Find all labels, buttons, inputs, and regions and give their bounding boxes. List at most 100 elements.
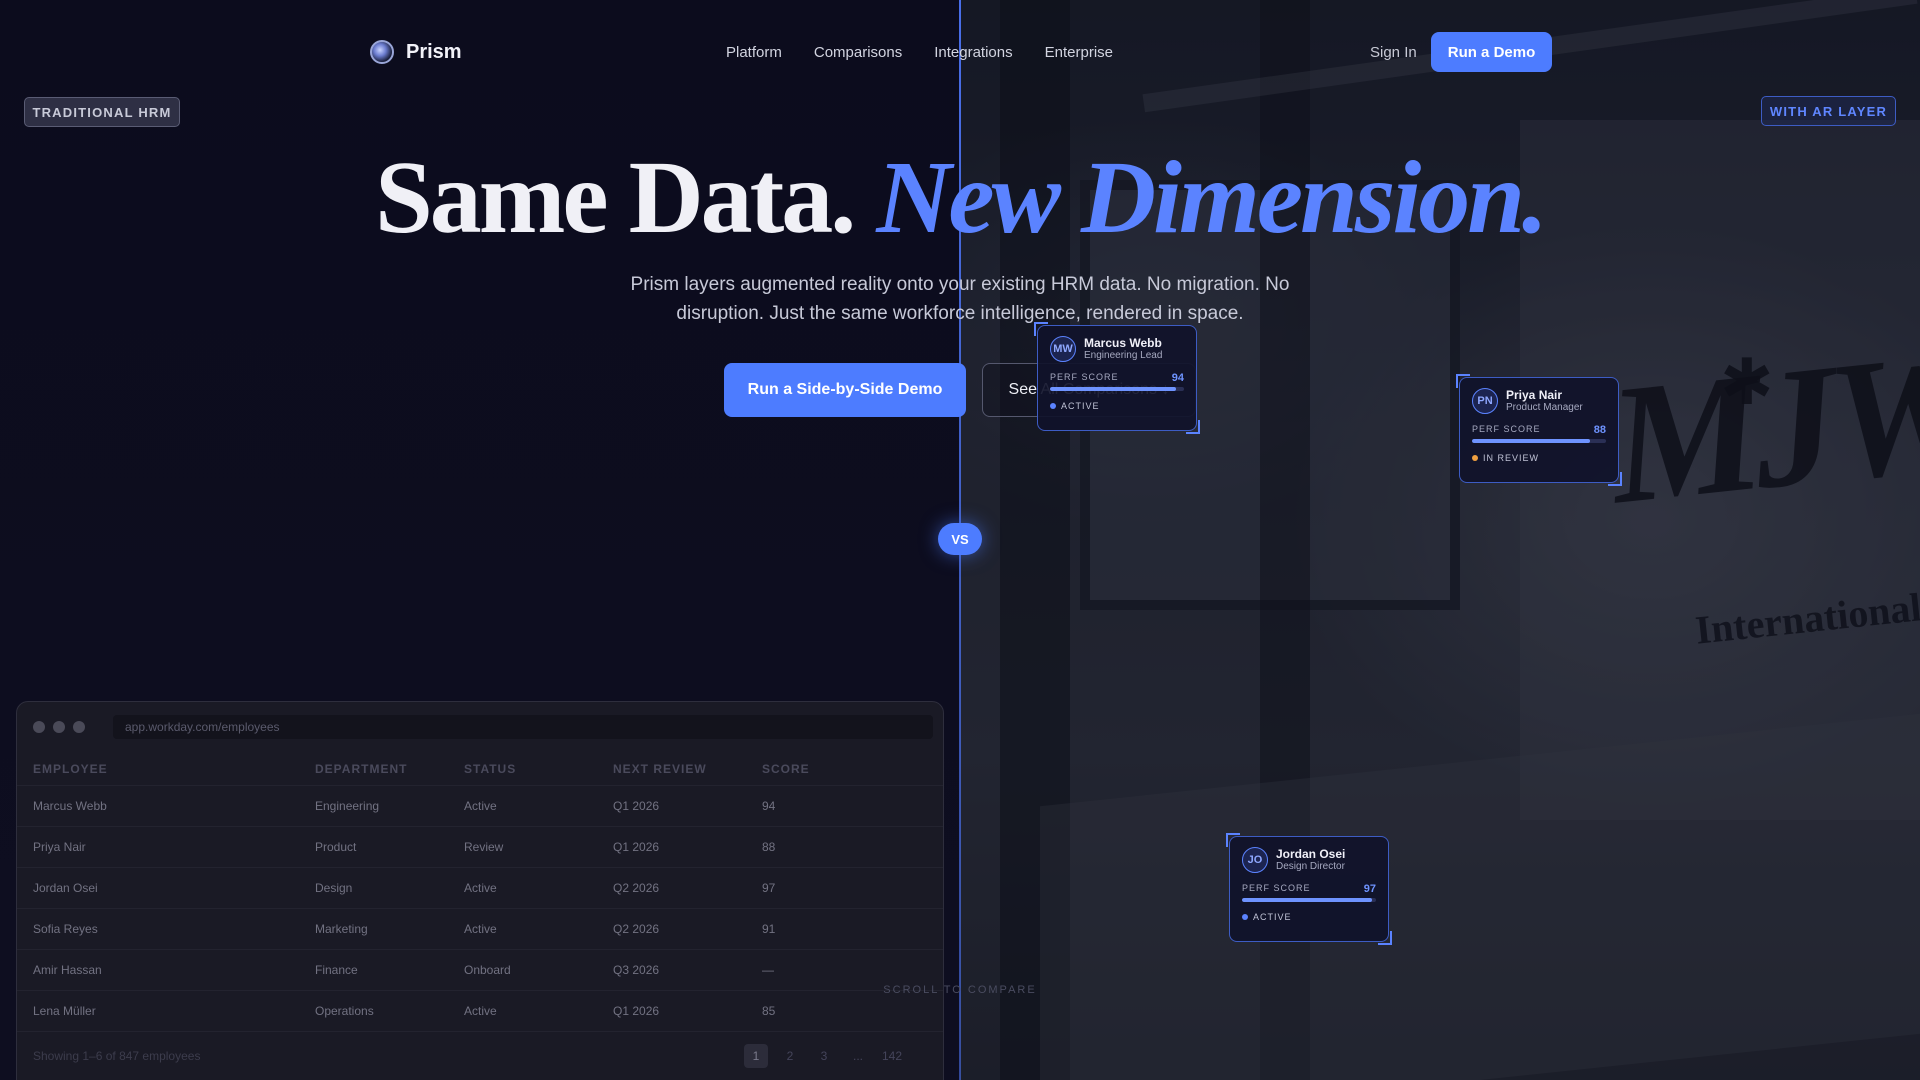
table-row[interactable]: Jordan Osei Design Active Q2 2026 97 bbox=[17, 868, 943, 909]
nav-link-platform[interactable]: Platform bbox=[726, 44, 782, 61]
table-footer: Showing 1–6 of 847 employees 1 2 3 ... 1… bbox=[17, 1032, 943, 1080]
col-score[interactable]: SCORE bbox=[762, 762, 882, 776]
status-text: IN REVIEW bbox=[1483, 453, 1540, 463]
cell-employee: Sofia Reyes bbox=[33, 922, 98, 936]
perf-score-value: 94 bbox=[1171, 372, 1184, 384]
perf-score-label: PERF SCORE bbox=[1242, 883, 1311, 893]
avatar: JO bbox=[1242, 847, 1268, 873]
cell-status: Onboard bbox=[464, 963, 511, 977]
hero-title: Same Data. New Dimension. bbox=[0, 138, 1920, 257]
hero-subtitle: Prism layers augmented reality onto your… bbox=[630, 274, 1290, 324]
avatar: PN bbox=[1472, 388, 1498, 414]
perf-score-label: PERF SCORE bbox=[1472, 424, 1541, 434]
cell-next-review: Q3 2026 bbox=[613, 963, 660, 977]
cell-score: — bbox=[762, 963, 774, 977]
browser-toolbar: app.workday.com/employees bbox=[17, 702, 943, 752]
cell-department: Design bbox=[315, 881, 353, 895]
employee-name: Jordan Osei bbox=[1276, 847, 1346, 861]
status-badge: ACTIVE bbox=[1242, 912, 1376, 922]
employee-role: Design Director bbox=[1276, 861, 1345, 872]
ar-card-marcus-webb[interactable]: MW Marcus Webb Engineering Lead PERF SCO… bbox=[1034, 322, 1200, 434]
traditional-hrm-browser: app.workday.com/employees EMPLOYEE DEPAR… bbox=[16, 701, 944, 1080]
employee-role: Engineering Lead bbox=[1084, 350, 1163, 361]
cell-next-review: Q1 2026 bbox=[613, 1004, 660, 1018]
side-by-side-demo-button[interactable]: Run a Side-by-Side Demo bbox=[724, 363, 966, 417]
window-close-icon[interactable] bbox=[33, 721, 45, 733]
table-row[interactable]: Amir Hassan Finance Onboard Q3 2026 — bbox=[17, 950, 943, 991]
page-1-button[interactable]: 1 bbox=[744, 1044, 768, 1068]
cell-status: Active bbox=[464, 881, 497, 895]
nav-link-enterprise[interactable]: Enterprise bbox=[1045, 44, 1113, 61]
cell-next-review: Q1 2026 bbox=[613, 799, 660, 813]
pagination: 1 2 3 ... 142 bbox=[744, 1044, 904, 1068]
scroll-to-compare-hint: SCROLL TO COMPARE bbox=[883, 984, 1037, 996]
col-employee[interactable]: EMPLOYEE bbox=[17, 762, 315, 776]
cell-department: Operations bbox=[315, 1004, 374, 1018]
table-row[interactable]: Marcus Webb Engineering Active Q1 2026 9… bbox=[17, 786, 943, 827]
cell-employee: Marcus Webb bbox=[33, 799, 107, 813]
perf-score-bar bbox=[1472, 439, 1606, 443]
perf-score-fill bbox=[1472, 439, 1590, 443]
cell-next-review: Q2 2026 bbox=[613, 881, 660, 895]
table-header: EMPLOYEE DEPARTMENT STATUS NEXT REVIEW S… bbox=[17, 752, 943, 786]
ar-card-priya-nair[interactable]: PN Priya Nair Product Manager PERF SCORE… bbox=[1456, 374, 1622, 486]
cell-status: Active bbox=[464, 922, 497, 936]
cell-status: Active bbox=[464, 799, 497, 813]
perf-score-fill bbox=[1242, 898, 1372, 902]
hero-title-accent: New Dimension. bbox=[876, 140, 1548, 255]
employee-role: Product Manager bbox=[1506, 402, 1583, 413]
perf-score-bar bbox=[1050, 387, 1184, 391]
employee-table: EMPLOYEE DEPARTMENT STATUS NEXT REVIEW S… bbox=[17, 752, 943, 1080]
cell-department: Marketing bbox=[315, 922, 368, 936]
cell-employee: Amir Hassan bbox=[33, 963, 102, 977]
nav-link-comparisons[interactable]: Comparisons bbox=[814, 44, 902, 61]
brand-name: Prism bbox=[406, 40, 462, 63]
page-last-button[interactable]: 142 bbox=[880, 1044, 904, 1068]
cell-department: Finance bbox=[315, 963, 358, 977]
prism-logo-icon bbox=[370, 40, 394, 64]
col-department[interactable]: DEPARTMENT bbox=[315, 762, 464, 776]
cell-score: 85 bbox=[762, 1004, 776, 1018]
col-status[interactable]: STATUS bbox=[464, 762, 613, 776]
vs-handle[interactable]: VS bbox=[938, 523, 982, 555]
perf-score-bar bbox=[1242, 898, 1376, 902]
perf-score-value: 88 bbox=[1593, 424, 1606, 436]
status-dot-icon bbox=[1242, 914, 1248, 920]
status-text: ACTIVE bbox=[1061, 401, 1100, 411]
cell-score: 94 bbox=[762, 799, 776, 813]
status-badge: IN REVIEW bbox=[1472, 453, 1606, 463]
cell-employee: Priya Nair bbox=[33, 840, 86, 854]
window-maximize-icon[interactable] bbox=[73, 721, 85, 733]
address-bar[interactable]: app.workday.com/employees bbox=[113, 715, 933, 739]
cell-score: 97 bbox=[762, 881, 776, 895]
status-badge: ACTIVE bbox=[1050, 401, 1184, 411]
perf-score-fill bbox=[1050, 387, 1176, 391]
run-demo-button[interactable]: Run a Demo bbox=[1431, 32, 1552, 72]
cell-next-review: Q2 2026 bbox=[613, 922, 660, 936]
page-3-button[interactable]: 3 bbox=[812, 1044, 836, 1068]
top-nav: Prism Platform Comparisons Integrations … bbox=[370, 32, 1552, 72]
cell-employee: Lena Müller bbox=[33, 1004, 96, 1018]
page-ellipsis: ... bbox=[852, 1049, 863, 1063]
cell-department: Product bbox=[315, 840, 357, 854]
brand[interactable]: Prism bbox=[370, 40, 462, 64]
page-2-button[interactable]: 2 bbox=[778, 1044, 802, 1068]
employee-name: Priya Nair bbox=[1506, 388, 1563, 402]
col-next-review[interactable]: NEXT REVIEW bbox=[613, 762, 762, 776]
window-minimize-icon[interactable] bbox=[53, 721, 65, 733]
table-row[interactable]: Priya Nair Product Review Q1 2026 88 bbox=[17, 827, 943, 868]
results-count: Showing 1–6 of 847 employees bbox=[33, 1049, 201, 1063]
cell-status: Active bbox=[464, 1004, 497, 1018]
sign-in-link[interactable]: Sign In bbox=[1370, 44, 1417, 61]
status-dot-icon bbox=[1472, 455, 1478, 461]
cell-status: Review bbox=[464, 840, 504, 854]
nav-link-integrations[interactable]: Integrations bbox=[934, 44, 1012, 61]
cell-score: 88 bbox=[762, 840, 776, 854]
perf-score-value: 97 bbox=[1363, 883, 1376, 895]
cell-employee: Jordan Osei bbox=[33, 881, 98, 895]
ar-layer-badge: WITH AR LAYER bbox=[1761, 96, 1896, 126]
ar-card-jordan-osei[interactable]: JO Jordan Osei Design Director PERF SCOR… bbox=[1226, 833, 1392, 945]
traditional-hrm-badge: TRADITIONAL HRM bbox=[24, 97, 180, 127]
table-row[interactable]: Sofia Reyes Marketing Active Q2 2026 91 bbox=[17, 909, 943, 950]
table-row[interactable]: Lena Müller Operations Active Q1 2026 85 bbox=[17, 991, 943, 1032]
